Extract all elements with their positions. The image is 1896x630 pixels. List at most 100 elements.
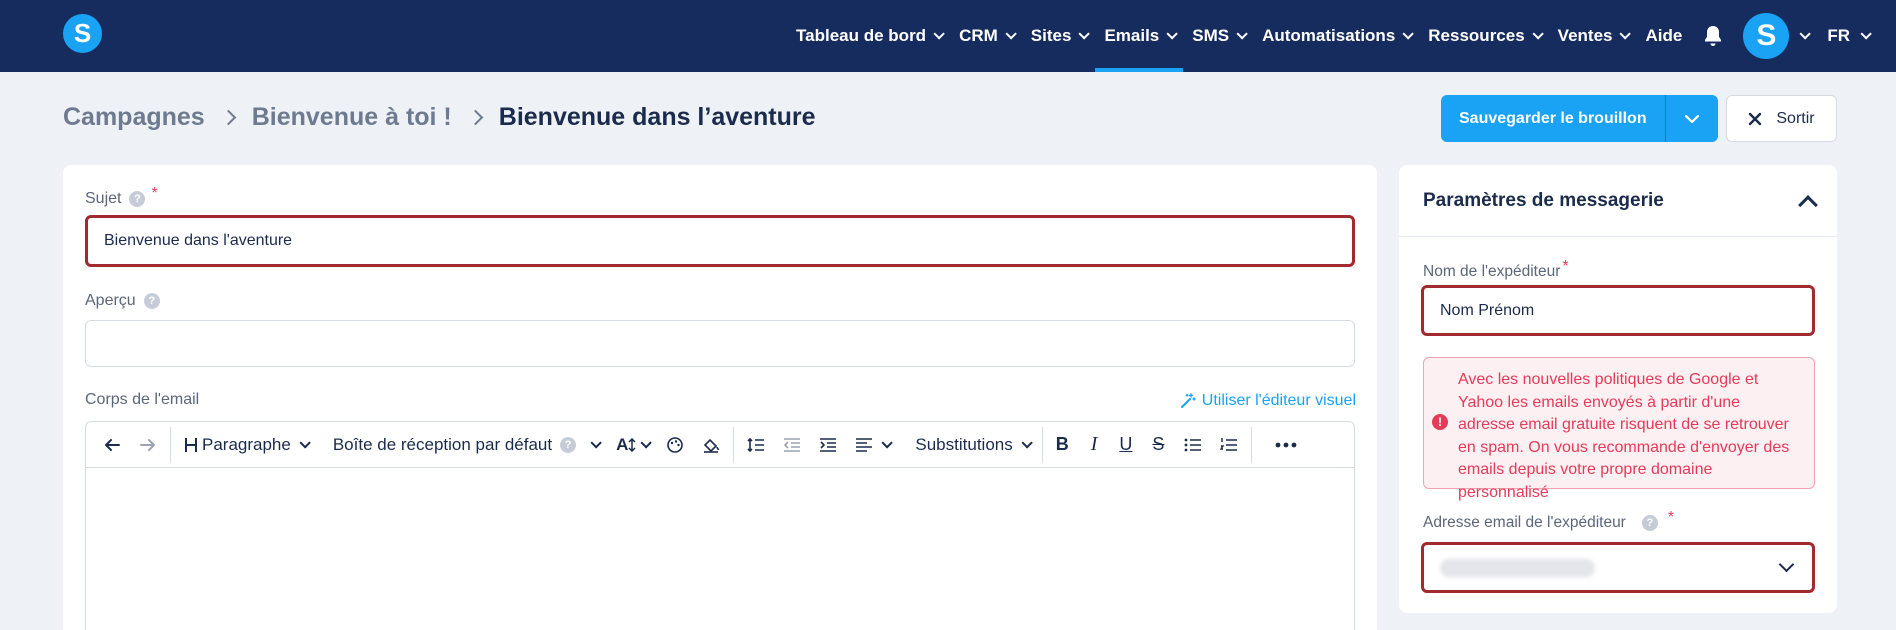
exit-label: Sortir (1776, 109, 1815, 127)
chevron-right-icon (467, 109, 484, 126)
chevron-down-icon (1778, 556, 1795, 573)
font-size-label: A (616, 434, 629, 454)
sender-name-input[interactable]: Nom Prénom (1421, 285, 1815, 336)
logo-letter: S (73, 18, 92, 48)
settings-title: Paramètres de messagerie (1423, 189, 1664, 211)
help-icon[interactable]: ? (129, 191, 146, 207)
settings-header[interactable]: Paramètres de messagerie (1399, 165, 1837, 237)
nav-item-sms[interactable]: SMS (1183, 0, 1253, 72)
breadcrumb: Campagnes Bienvenue à toi ! Bienvenue da… (63, 103, 816, 132)
required-marker: * (1667, 509, 1675, 526)
nav-label: Sites (1030, 26, 1072, 45)
nav-label: Ventes (1557, 26, 1613, 45)
save-draft-button[interactable]: Sauvegarder le brouillon (1441, 95, 1665, 142)
visual-editor-label: Utiliser l'éditeur visuel (1201, 392, 1356, 409)
help-icon[interactable]: ? (560, 436, 577, 453)
chevron-down-icon (1684, 114, 1699, 123)
nav-label: Emails (1104, 26, 1160, 45)
bold-button[interactable]: B (1047, 422, 1078, 468)
app-logo[interactable]: S (63, 14, 102, 53)
chevron-down-icon (1021, 436, 1033, 449)
nav-item-dashboard[interactable]: Tableau de bord (787, 0, 950, 72)
editor-content-area[interactable] (86, 468, 1354, 630)
highlight-button[interactable] (693, 422, 729, 468)
email-body-editor[interactable]: Paragraphe Boîte de réception par défaut… (85, 421, 1355, 630)
underline-button[interactable]: U (1110, 422, 1141, 468)
visual-editor-link[interactable]: Utiliser l'éditeur visuel (1180, 392, 1356, 410)
chevron-down-icon (1532, 28, 1544, 40)
nav-label: Aide (1645, 26, 1683, 45)
nav-item-resources[interactable]: Ressources (1419, 0, 1548, 72)
language-label: FR (1827, 26, 1850, 45)
save-options-button[interactable] (1664, 95, 1718, 142)
preview-input[interactable] (85, 320, 1355, 367)
bell-icon[interactable] (1691, 0, 1735, 72)
line-height-button[interactable] (738, 422, 774, 468)
alert-icon: ! (1432, 414, 1448, 430)
help-icon[interactable]: ? (1641, 515, 1658, 531)
user-menu[interactable]: S (1735, 0, 1817, 72)
more-horizontal-icon (1276, 442, 1297, 447)
email-content-card: Sujet ? * Bienvenue dans l'aventure Aper… (63, 165, 1377, 630)
subject-input[interactable]: Bienvenue dans l'aventure (85, 215, 1355, 267)
close-icon (1749, 112, 1762, 125)
paragraph-dropdown[interactable]: Paragraphe (175, 422, 316, 468)
align-dropdown[interactable] (846, 422, 898, 468)
chevron-down-icon (1799, 28, 1812, 40)
breadcrumb-welcome[interactable]: Bienvenue à toi ! (252, 103, 452, 132)
chevron-down-icon (1236, 28, 1248, 40)
toolbar-divider (733, 426, 735, 463)
page-title: Bienvenue dans l’aventure (498, 103, 816, 131)
nav-item-automations[interactable]: Automatisations (1253, 0, 1419, 72)
body-label: Corps de l'email (85, 391, 199, 409)
bullet-list-button[interactable] (1175, 422, 1211, 468)
paragraph-label: Paragraphe (202, 434, 291, 454)
strikethrough-button[interactable]: S (1141, 422, 1175, 468)
toolbar-divider (1041, 426, 1043, 463)
magic-wand-icon (1180, 393, 1196, 408)
outdent-button[interactable] (774, 422, 810, 468)
undo-button[interactable] (94, 422, 130, 468)
outdent-icon (784, 437, 801, 452)
indent-icon (820, 437, 837, 452)
arrow-right-icon (140, 438, 155, 451)
substitutions-dropdown[interactable]: Substitutions (906, 422, 1037, 468)
chevron-down-icon (1005, 28, 1017, 40)
text-color-button[interactable] (657, 422, 693, 468)
nav-item-crm[interactable]: CRM (950, 0, 1022, 72)
bullet-list-icon (1185, 438, 1202, 451)
nav-item-sales[interactable]: Ventes (1549, 0, 1637, 72)
chevron-down-icon (1402, 28, 1415, 40)
warning-text: Avec les nouvelles politiques de Google … (1458, 371, 1790, 501)
redo-button[interactable] (130, 422, 166, 468)
language-selector[interactable]: FR (1817, 0, 1896, 72)
exit-button[interactable]: Sortir (1726, 95, 1837, 142)
avatar-letter: S (1756, 19, 1777, 52)
inbox-dropdown[interactable]: Boîte de réception par défaut ? (324, 422, 607, 468)
subject-value: Bienvenue dans l'aventure (104, 232, 293, 249)
nav-item-sites[interactable]: Sites (1022, 0, 1096, 72)
preview-label-text: Aperçu (85, 292, 136, 309)
more-options-button[interactable] (1266, 422, 1306, 468)
nav-item-emails[interactable]: Emails (1095, 0, 1184, 72)
chevron-down-icon (299, 436, 311, 449)
help-icon[interactable]: ? (143, 293, 160, 309)
line-height-icon (747, 437, 765, 452)
nav-label: Ressources (1428, 26, 1525, 45)
nav-label: Tableau de bord (796, 26, 927, 45)
indent-button[interactable] (810, 422, 846, 468)
nav-menu: Tableau de bord CRM Sites Emails SMS Aut… (787, 0, 1896, 72)
sender-email-select[interactable] (1421, 542, 1815, 593)
nav-item-help[interactable]: Aide (1636, 0, 1691, 72)
chevron-up-icon[interactable] (1798, 195, 1818, 215)
required-marker: * (151, 185, 158, 202)
subject-label: Sujet ? * (85, 185, 158, 208)
numbered-list-button[interactable] (1211, 422, 1247, 468)
italic-button[interactable]: I (1078, 422, 1111, 468)
avatar: S (1743, 13, 1790, 59)
text-size-icon (628, 437, 636, 452)
breadcrumb-campaigns[interactable]: Campagnes (63, 103, 205, 132)
font-size-dropdown[interactable]: A (607, 422, 657, 468)
top-navigation: S Tableau de bord CRM Sites Emails SMS A… (0, 0, 1896, 72)
toolbar-divider (1251, 426, 1253, 463)
